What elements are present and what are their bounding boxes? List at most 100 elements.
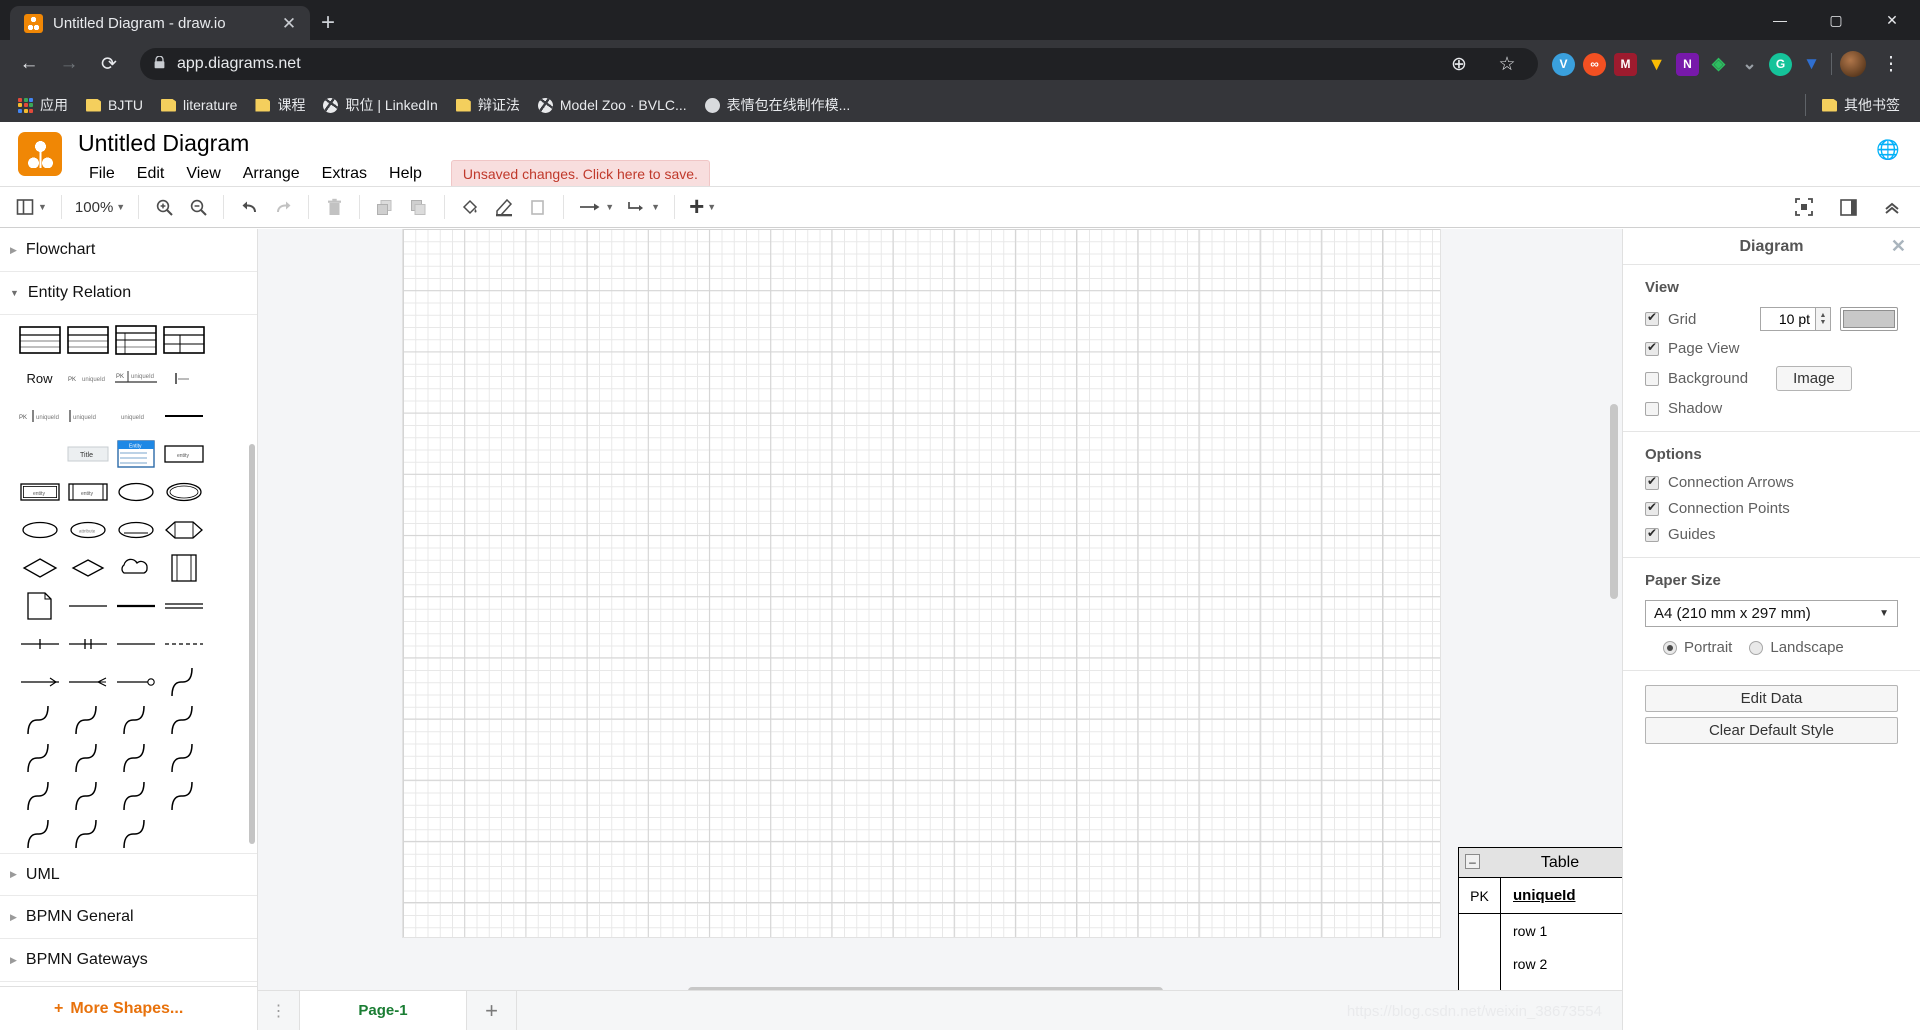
shape-entity-b[interactable]: entity (18, 477, 61, 507)
shape-line-circ[interactable] (114, 667, 157, 697)
background-checkbox[interactable] (1645, 371, 1659, 386)
shape-row-label[interactable]: Row (18, 363, 61, 393)
minimize-icon[interactable]: — (1752, 0, 1808, 40)
shape-line[interactable] (162, 401, 205, 431)
shape-pk-unique[interactable]: PK uniqueId (66, 363, 109, 393)
connection-arrows-checkbox[interactable] (1645, 475, 1659, 490)
connection-arrow-icon[interactable]: ▼ (573, 191, 619, 223)
back-icon[interactable]: ← (12, 47, 46, 81)
install-app-icon[interactable]: ⊕ (1442, 47, 1476, 81)
shape-line-tick[interactable] (18, 629, 61, 659)
shape-cloud[interactable] (114, 553, 157, 583)
shape-curve-16[interactable] (114, 819, 157, 849)
evernote-ext-icon[interactable]: ◈ (1707, 53, 1730, 76)
trash-icon[interactable] (318, 191, 350, 223)
palette-section-bpmn-general[interactable]: ▶ BPMN General (0, 896, 257, 939)
page-tab-page-1[interactable]: Page-1 (300, 991, 467, 1030)
mendeley-ext-icon[interactable]: M (1614, 52, 1637, 76)
shadow-checkbox[interactable] (1645, 401, 1659, 416)
grid-color-swatch[interactable] (1840, 307, 1898, 331)
er-table-row[interactable]: row 1 (1459, 914, 1622, 947)
shape-table2[interactable] (66, 325, 109, 355)
menu-edit[interactable]: Edit (126, 162, 176, 186)
landscape-radio[interactable] (1749, 640, 1764, 655)
fullscreen-icon[interactable] (1788, 191, 1820, 223)
er-table-shape[interactable]: – Table PK uniqueId row 1 row 2 (1458, 847, 1622, 1014)
shape-curve-9[interactable] (162, 743, 205, 773)
shape-entity-a[interactable]: entity (162, 439, 205, 469)
shape-pk-unique-underline[interactable]: PK uniqueId (114, 363, 157, 393)
infinity-ext-icon[interactable]: ∞ (1583, 52, 1606, 76)
palette-section-uml[interactable]: ▶ UML (0, 853, 257, 896)
menu-extras[interactable]: Extras (311, 162, 378, 186)
undo-icon[interactable] (233, 191, 265, 223)
bookmark-biaoqingbao[interactable]: 表情包在线制作模... (697, 92, 859, 118)
bookmark-linkedin[interactable]: 职位 | LinkedIn (315, 92, 445, 118)
pocket-blue-ext-icon[interactable]: V (1552, 52, 1575, 76)
menu-view[interactable]: View (175, 162, 231, 186)
palette-scrollbar[interactable] (249, 444, 255, 844)
edge-style-icon[interactable]: ▼ (621, 191, 665, 223)
shape-ellipse-a[interactable] (114, 477, 157, 507)
shape-unique-text[interactable]: uniqueId (114, 401, 157, 431)
maximize-icon[interactable]: ▢ (1808, 0, 1864, 40)
onenote-ext-icon[interactable]: N (1676, 52, 1699, 76)
browser-menu-icon[interactable]: ⋮ (1874, 47, 1908, 81)
window-close-icon[interactable]: ✕ (1864, 0, 1920, 40)
portrait-radio[interactable] (1663, 640, 1677, 655)
shape-entity-blue[interactable]: Entity (114, 439, 157, 469)
bookmark-bianzhengfa[interactable]: 辩证法 (448, 92, 528, 118)
collapse-icon[interactable]: – (1465, 854, 1480, 869)
more-shapes-button[interactable]: + More Shapes... (0, 986, 257, 1030)
edit-data-button[interactable]: Edit Data (1645, 685, 1898, 712)
shape-thin-line[interactable] (66, 591, 109, 621)
shape-ellipse-d[interactable]: attribute (66, 515, 109, 545)
pocket-ext-icon[interactable]: ⌄ (1738, 53, 1761, 76)
shape-document[interactable] (18, 591, 61, 621)
shape-curve-4[interactable] (114, 705, 157, 735)
shape-pk-col[interactable]: PK uniqueId (18, 401, 61, 431)
insert-shape-button[interactable]: + ▼ (684, 191, 721, 223)
shape-curve-3[interactable] (66, 705, 109, 735)
zoom-level-button[interactable]: 100% ▼ (71, 191, 129, 223)
clear-default-style-button[interactable]: Clear Default Style (1645, 717, 1898, 744)
shape-curve-10[interactable] (18, 781, 61, 811)
fill-color-icon[interactable] (454, 191, 486, 223)
shape-curve-15[interactable] (66, 819, 109, 849)
shadow-icon[interactable] (522, 191, 554, 223)
send-to-back-icon[interactable] (403, 191, 435, 223)
language-globe-icon[interactable]: 🌐 (1876, 138, 1900, 162)
add-page-button[interactable]: + (467, 991, 517, 1030)
shape-hexagon[interactable] (162, 515, 205, 545)
unsaved-changes-banner[interactable]: Unsaved changes. Click here to save. (450, 160, 710, 189)
page-menu-icon[interactable]: ⋮ (258, 991, 300, 1030)
connection-points-checkbox[interactable] (1645, 501, 1659, 516)
format-panel-icon[interactable] (1832, 191, 1864, 223)
bookmark-apps[interactable]: 应用 (10, 92, 76, 118)
shape-curve-13[interactable] (162, 781, 205, 811)
shape-line-crowfoot[interactable] (66, 667, 109, 697)
bookmark-star-icon[interactable]: ☆ (1490, 47, 1524, 81)
palette-section-flowchart[interactable]: ▶ Flowchart (0, 229, 257, 272)
line-color-icon[interactable] (488, 191, 520, 223)
profile-avatar[interactable] (1840, 51, 1866, 77)
shape-curve-2[interactable] (18, 705, 61, 735)
reload-icon[interactable]: ⟳ (92, 47, 126, 81)
bookmark-bjtu[interactable]: BJTU (78, 94, 151, 116)
shape-curve-8[interactable] (114, 743, 157, 773)
paper-size-select[interactable]: A4 (210 mm x 297 mm) ▼ (1645, 600, 1898, 627)
collapse-toolbar-icon[interactable] (1876, 191, 1908, 223)
other-bookmarks-button[interactable]: 其他书签 (1814, 92, 1908, 118)
shape-col-only[interactable]: uniqueId (66, 401, 109, 431)
shape-line-double[interactable] (162, 591, 205, 621)
shape-line-thick[interactable] (114, 591, 157, 621)
redo-icon[interactable] (267, 191, 299, 223)
shape-line-arrow-tick[interactable] (18, 667, 61, 697)
shape-diamond-a[interactable] (18, 553, 61, 583)
bookmark-model-zoo[interactable]: Model Zoo · BVLC... (530, 94, 695, 116)
shape-curve-7[interactable] (66, 743, 109, 773)
zoom-in-icon[interactable] (148, 191, 180, 223)
canvas[interactable]: – Table PK uniqueId row 1 row 2 ⋮ Page-1… (258, 229, 1622, 1030)
shape-note-box[interactable] (162, 553, 205, 583)
shape-line-plain[interactable] (114, 629, 157, 659)
